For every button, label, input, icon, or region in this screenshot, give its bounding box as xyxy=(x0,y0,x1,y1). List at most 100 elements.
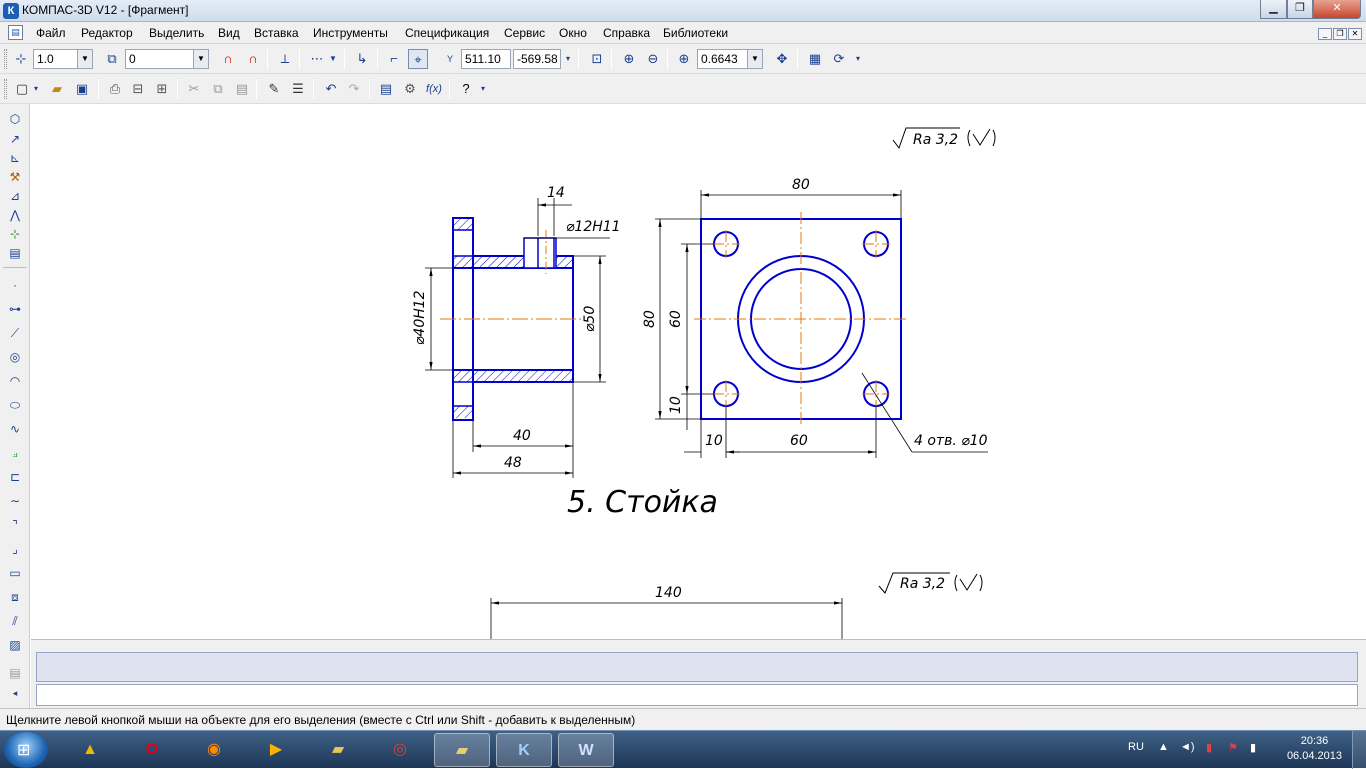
coord-x-field[interactable]: 511.10 xyxy=(461,49,511,69)
chevron-down-icon[interactable]: ▼ xyxy=(77,50,92,68)
front-view[interactable] xyxy=(694,212,908,426)
chevron-down-icon[interactable]: ▼ xyxy=(193,50,208,68)
parametrization-icon[interactable]: ⊿ xyxy=(5,187,25,205)
pan-icon[interactable]: ✥ xyxy=(772,49,792,69)
select-icon[interactable]: ⊹ xyxy=(5,225,25,243)
local-snap-icon[interactable]: ∩ xyxy=(243,49,263,69)
ortho-mode-icon[interactable]: ⌐ xyxy=(384,49,404,69)
opera-icon[interactable]: O xyxy=(124,733,180,767)
auxiliary-line-icon[interactable]: ⊶ xyxy=(5,300,25,318)
menu-file[interactable]: Файл xyxy=(36,26,66,40)
chrome-icon[interactable]: ◎ xyxy=(372,733,428,767)
roughness-symbol-1[interactable]: Ra 3,2 xyxy=(892,127,996,150)
paste-icon[interactable]: ▤ xyxy=(232,79,252,99)
redo-icon[interactable]: ↷ xyxy=(344,79,364,99)
arc-icon[interactable]: ◠ xyxy=(5,372,25,390)
menu-service[interactable]: Сервис xyxy=(504,26,545,40)
network-icon[interactable]: ▮ xyxy=(1206,741,1212,754)
properties-strip[interactable] xyxy=(36,652,1358,682)
word-icon[interactable]: W xyxy=(558,733,614,767)
kompas-icon[interactable]: K xyxy=(496,733,552,767)
ortho-icon[interactable]: ⟂ xyxy=(275,49,295,69)
layer-icon[interactable]: ⧉ xyxy=(102,49,122,69)
menu-tools[interactable]: Инструменты xyxy=(313,26,388,40)
menu-view[interactable]: Вид xyxy=(218,26,240,40)
kompas-app-icon[interactable]: К xyxy=(3,3,19,19)
flag-icon[interactable]: ⚑ xyxy=(1228,741,1238,754)
chevron-down-icon[interactable]: ▾ xyxy=(31,79,41,99)
variables-fx-icon[interactable]: f(x) xyxy=(424,79,444,99)
manager-icon[interactable]: ▤ xyxy=(376,79,396,99)
chevron-down-icon[interactable]: ▾ xyxy=(478,79,488,99)
save-icon[interactable]: ▣ xyxy=(72,79,92,99)
open-folder-icon[interactable]: ▰ xyxy=(47,79,67,99)
spline-icon[interactable]: ∿ xyxy=(5,420,25,438)
explorer-folder-icon[interactable]: ▰ xyxy=(310,733,366,767)
close-button[interactable]: ✕ xyxy=(1313,0,1361,19)
equidistant-icon[interactable]: ⫽ xyxy=(5,612,25,630)
start-button[interactable]: ⊞ xyxy=(4,732,48,768)
disabled-tool-icon[interactable]: ▤ xyxy=(5,664,25,682)
ellipse-icon[interactable]: ⬭ xyxy=(5,396,25,414)
contour-icon[interactable]: ⧈ xyxy=(5,588,25,606)
bezier-icon[interactable]: ∼ xyxy=(5,492,25,510)
spec-icon[interactable]: ▤ xyxy=(5,244,25,262)
zoom-window-icon[interactable]: ⊡ xyxy=(587,49,607,69)
undo-icon[interactable]: ↶ xyxy=(321,79,341,99)
doc-close-button[interactable]: ✕ xyxy=(1348,28,1362,40)
page-setup-icon[interactable]: ⊞ xyxy=(152,79,172,99)
print-preview-icon[interactable]: ⊟ xyxy=(128,79,148,99)
fillet-icon[interactable]: ⌟ xyxy=(5,540,25,558)
chevron-down-icon[interactable]: ▾ xyxy=(852,49,864,69)
avast-icon[interactable]: ▲ xyxy=(62,733,118,767)
show-all-icon[interactable]: ▦ xyxy=(805,49,825,69)
firefox-icon[interactable]: ◉ xyxy=(186,733,242,767)
cursor-position-icon[interactable]: ⌖ xyxy=(408,49,428,69)
menu-insert[interactable]: Вставка xyxy=(254,26,299,40)
menu-libraries[interactable]: Библиотеки xyxy=(663,26,728,40)
chevron-down-icon[interactable]: ▼ xyxy=(327,49,339,69)
grid-icon[interactable]: ⋯ xyxy=(307,49,327,69)
print-icon[interactable]: ⎙ xyxy=(105,79,125,99)
properties-icon[interactable]: ☰ xyxy=(288,79,308,99)
chamfer-icon[interactable]: ⌝ xyxy=(5,516,25,534)
polyline-icon[interactable]: ⊏ xyxy=(5,468,25,486)
toolbar-grip[interactable] xyxy=(4,79,7,99)
step-combo[interactable]: 1.0 ▼ xyxy=(33,49,93,69)
geometry-icon[interactable]: ⬡ xyxy=(5,110,25,128)
section-view[interactable] xyxy=(440,217,584,421)
language-indicator[interactable]: RU xyxy=(1128,741,1144,753)
zoom-in-icon[interactable]: ⊕ xyxy=(619,49,639,69)
hatch-icon[interactable]: ▨ xyxy=(5,636,25,654)
power-icon[interactable]: ▮ xyxy=(1250,741,1256,754)
volume-icon[interactable]: ◄) xyxy=(1180,741,1195,753)
step-cursor-icon[interactable]: ⊹ xyxy=(11,49,31,69)
measure-icon[interactable]: ⋀ xyxy=(5,206,25,224)
new-document-icon[interactable]: ▢ xyxy=(12,79,32,99)
continuous-input-icon[interactable]: ⟓ xyxy=(5,444,25,462)
menu-select[interactable]: Выделить xyxy=(149,26,204,40)
designations-icon[interactable]: ⊾ xyxy=(5,149,25,167)
document-icon[interactable]: ▤ xyxy=(8,25,23,40)
clock[interactable]: 20:36 06.04.2013 xyxy=(1287,734,1342,764)
menu-window[interactable]: Окно xyxy=(559,26,587,40)
format-painter-icon[interactable]: ✎ xyxy=(264,79,284,99)
roughness-symbol-2[interactable]: Ra 3,2 xyxy=(878,572,983,594)
folder-icon[interactable]: ▰ xyxy=(434,733,490,767)
zoom-out-icon[interactable]: ⊖ xyxy=(643,49,663,69)
point-icon[interactable]: · xyxy=(5,276,25,294)
rectangle-icon[interactable]: ▭ xyxy=(5,564,25,582)
refresh-icon[interactable]: ⟳ xyxy=(829,49,849,69)
circle-icon[interactable]: ◎ xyxy=(5,348,25,366)
snap-magnet-icon[interactable]: ∩ xyxy=(218,49,238,69)
doc-restore-button[interactable]: ❐ xyxy=(1333,28,1347,40)
minimize-button[interactable]: ▁ xyxy=(1260,0,1287,19)
settings-icon[interactable]: ⚙ xyxy=(400,79,420,99)
chevron-down-icon[interactable]: ▼ xyxy=(747,50,762,68)
dimensions-icon[interactable]: ↗ xyxy=(5,130,25,148)
chevron-down-icon[interactable]: ▾ xyxy=(563,49,573,69)
toolbar-grip[interactable] xyxy=(4,49,7,69)
local-cs-icon[interactable]: ↳ xyxy=(352,49,372,69)
menu-help[interactable]: Справка xyxy=(603,26,650,40)
segment-icon[interactable]: ⟋ xyxy=(5,324,25,342)
